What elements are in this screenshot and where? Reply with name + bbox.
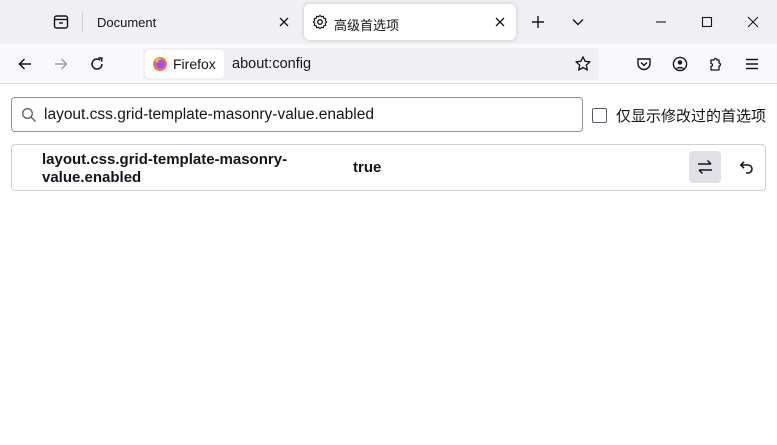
checkbox-label: 仅显示修改过的首选项 xyxy=(616,108,767,125)
new-tab-button[interactable] xyxy=(520,6,556,38)
preference-row[interactable]: layout.css.grid-template-masonry- value.… xyxy=(11,144,766,191)
back-button[interactable] xyxy=(9,48,41,80)
toggle-button[interactable] xyxy=(689,151,721,183)
preference-name-line-2: value.enabled xyxy=(42,169,142,186)
preference-value: true xyxy=(353,159,382,176)
tab-document[interactable]: Document xyxy=(86,4,300,40)
bookmark-star-button[interactable] xyxy=(573,54,593,74)
tab-close-button[interactable] xyxy=(490,12,510,32)
maximize-button[interactable] xyxy=(687,6,727,38)
tab-close-button[interactable] xyxy=(274,12,294,32)
forward-button[interactable] xyxy=(45,48,77,80)
firefox-logo-icon xyxy=(153,57,167,71)
tab-label: Document xyxy=(97,15,157,30)
close-icon xyxy=(747,16,759,28)
reload-icon xyxy=(91,57,103,70)
url-bar[interactable]: Firefox about:config xyxy=(143,48,599,80)
navigation-toolbar: Firefox about:config xyxy=(0,44,777,84)
account-button[interactable] xyxy=(664,48,696,80)
list-all-tabs-button[interactable] xyxy=(560,6,596,38)
minimize-icon xyxy=(656,21,666,23)
star-icon xyxy=(575,56,591,71)
minimize-button[interactable] xyxy=(641,6,681,38)
pocket-button[interactable] xyxy=(628,48,660,80)
reload-button[interactable] xyxy=(81,48,113,80)
menu-button[interactable] xyxy=(736,48,768,80)
checkbox[interactable] xyxy=(592,108,607,123)
search-input[interactable] xyxy=(44,104,574,126)
preference-name: layout.css.grid-template-masonry- value.… xyxy=(42,151,332,187)
plus-icon xyxy=(532,16,544,28)
maximize-icon xyxy=(701,16,713,28)
search-icon xyxy=(22,108,36,122)
close-window-button[interactable] xyxy=(733,6,773,38)
puzzle-icon xyxy=(710,57,722,71)
firefox-view-button[interactable] xyxy=(43,6,79,38)
toggle-icon xyxy=(698,159,712,175)
close-icon xyxy=(279,17,289,27)
close-icon xyxy=(495,17,505,27)
gear-icon xyxy=(312,14,328,30)
url-text: about:config xyxy=(232,56,312,72)
hamburger-icon xyxy=(746,58,758,70)
identity-box[interactable]: Firefox xyxy=(145,50,224,78)
show-modified-only-checkbox[interactable]: 仅显示修改过的首选项 xyxy=(592,105,766,126)
arrow-right-icon xyxy=(55,58,68,70)
account-icon xyxy=(672,56,688,72)
tab-strip: Document 高级首选项 xyxy=(0,0,777,44)
chevron-down-icon xyxy=(572,19,584,26)
extensions-button[interactable] xyxy=(700,48,732,80)
pocket-icon xyxy=(637,58,651,71)
tab-separator xyxy=(82,12,83,32)
about-config-page: 仅显示修改过的首选项 layout.css.grid-template-maso… xyxy=(0,85,777,445)
tab-label: 高级首选项 xyxy=(334,18,400,33)
tab-advanced-preferences[interactable]: 高级首选项 xyxy=(304,4,516,40)
firefox-view-icon xyxy=(53,15,69,29)
preference-name-line-1: layout.css.grid-template-masonry- xyxy=(42,151,288,168)
identity-label: Firefox xyxy=(173,56,216,72)
undo-icon xyxy=(739,161,753,174)
search-box[interactable] xyxy=(11,97,583,132)
arrow-left-icon xyxy=(18,58,31,70)
reset-button[interactable] xyxy=(730,151,762,183)
